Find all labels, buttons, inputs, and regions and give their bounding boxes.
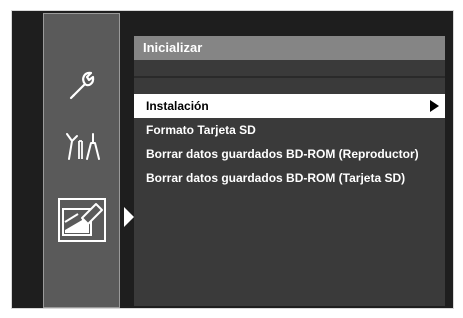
divider — [134, 76, 445, 78]
setup-screen: Inicializar Instalación Formato Tarjeta … — [11, 10, 454, 309]
wrench-icon[interactable] — [58, 62, 106, 106]
menu-list: Instalación Formato Tarjeta SD Borrar da… — [134, 94, 445, 190]
menu-item-label: Instalación — [146, 99, 209, 113]
tools-icon[interactable] — [58, 124, 106, 168]
menu-item-label: Borrar datos guardados BD-ROM (Tarjeta S… — [146, 171, 406, 185]
menu-item-label: Formato Tarjeta SD — [146, 123, 256, 137]
arrow-right-icon — [430, 100, 439, 112]
panel-title: Inicializar — [134, 36, 445, 60]
erase-card-icon[interactable] — [58, 198, 106, 242]
menu-item-instalacion[interactable]: Instalación — [134, 94, 445, 118]
selection-pointer-icon — [124, 207, 134, 227]
menu-item-borrar-reproductor[interactable]: Borrar datos guardados BD-ROM (Reproduct… — [134, 142, 445, 166]
sidebar — [43, 13, 120, 308]
menu-item-formato-tarjeta-sd[interactable]: Formato Tarjeta SD — [134, 118, 445, 142]
settings-panel: Inicializar Instalación Formato Tarjeta … — [134, 36, 445, 306]
menu-item-label: Borrar datos guardados BD-ROM (Reproduct… — [146, 147, 419, 161]
menu-item-borrar-tarjeta-sd[interactable]: Borrar datos guardados BD-ROM (Tarjeta S… — [134, 166, 445, 190]
